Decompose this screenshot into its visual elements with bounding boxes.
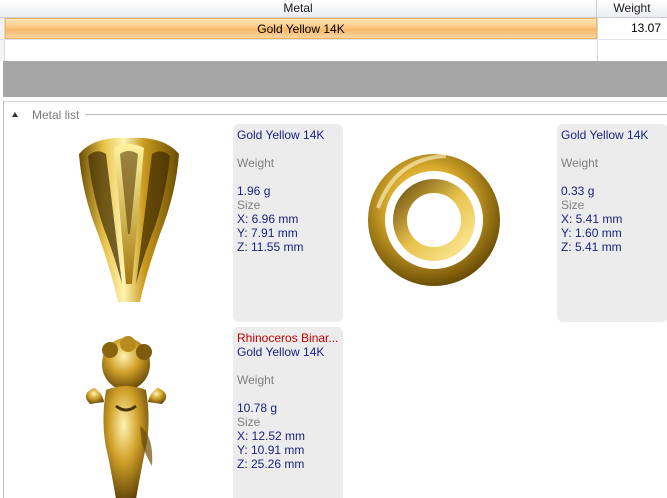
flared-gold-bail-icon [79, 137, 179, 302]
size-z: Z: 11.55 mm [237, 240, 304, 254]
metal-name: Gold Yellow 14K [237, 128, 325, 142]
table-row[interactable]: Gold Yellow 14K 13.07 [0, 18, 667, 39]
metal-card[interactable]: Rhinoceros Binar... Gold Yellow 14K Weig… [233, 327, 343, 498]
metal-weight-grid: Metal Weight Gold Yellow 14K 13.07 [0, 0, 667, 62]
gold-ring-icon [368, 154, 500, 286]
weight-value: 1.96 g [237, 184, 271, 198]
size-label: Size [561, 198, 585, 212]
size-x: X: 6.96 mm [237, 212, 299, 226]
cell-weight[interactable]: 13.07 [597, 18, 667, 39]
metal-name: Gold Yellow 14K [237, 345, 325, 359]
weight-label: Weight [237, 373, 275, 387]
size-y: Y: 7.91 mm [237, 226, 298, 240]
weight-value: 0.33 g [561, 184, 595, 198]
column-header-metal[interactable]: Metal [0, 0, 597, 18]
size-x: X: 5.41 mm [561, 212, 623, 226]
metal-name: Gold Yellow 14K [561, 128, 649, 142]
grid-header: Metal Weight [0, 0, 667, 18]
size-z: Z: 5.41 mm [561, 240, 622, 254]
size-y: Y: 10.91 mm [237, 443, 305, 457]
metal-list-panel: Metal list Gold Yellow 14K Weight 1.96 g… [3, 101, 667, 498]
metal-list-title: Metal list [32, 108, 80, 122]
size-label: Size [237, 198, 261, 212]
column-separator [597, 40, 598, 62]
weight-value: 10.78 g [237, 401, 278, 415]
empty-area [3, 61, 667, 97]
size-x: X: 12.52 mm [237, 429, 306, 443]
size-label: Size [237, 415, 261, 429]
size-z: Z: 25.26 mm [237, 457, 305, 471]
header-divider [86, 114, 667, 115]
weight-label: Weight [561, 156, 599, 170]
gold-cherub-icon [85, 336, 167, 498]
metal-card[interactable]: Gold Yellow 14K Weight 1.96 g Size X: 6.… [233, 124, 343, 322]
warning-text: Rhinoceros Binar... [237, 331, 339, 345]
empty-row [0, 39, 667, 62]
cell-metal[interactable]: Gold Yellow 14K [5, 18, 597, 39]
collapse-triangle-icon[interactable] [12, 112, 18, 117]
column-header-weight[interactable]: Weight [597, 0, 667, 18]
weight-label: Weight [237, 156, 275, 170]
size-y: Y: 1.60 mm [561, 226, 622, 240]
metal-card[interactable]: Gold Yellow 14K Weight 0.33 g Size X: 5.… [557, 124, 667, 322]
